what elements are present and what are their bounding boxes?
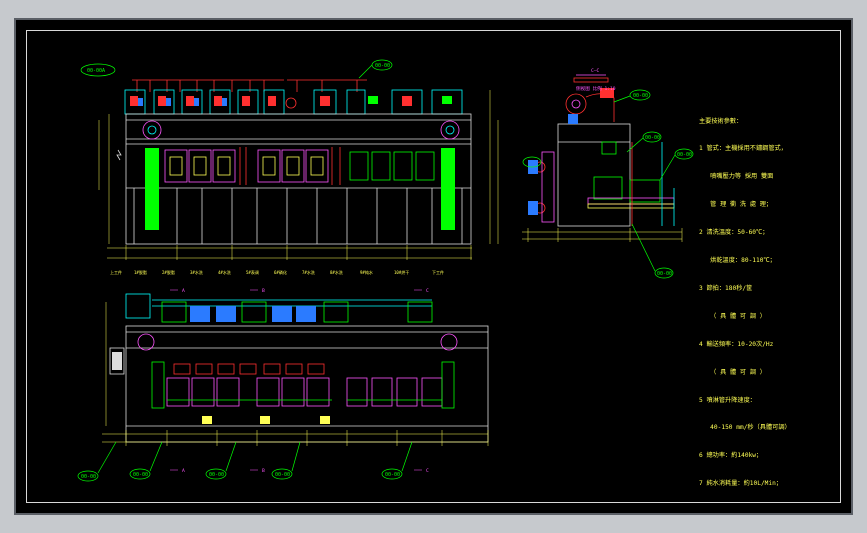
- note-line: 5 噴淋管升降速度：: [699, 396, 756, 404]
- section-mark-a: A: [182, 288, 185, 294]
- station-label: 9#纯水: [360, 269, 373, 275]
- station-label: 2#脱脂: [162, 269, 175, 275]
- notes-title: 主要技術參數：: [699, 117, 743, 125]
- technical-notes: 主要技術參數： 1 管式：主機採用不鏽鋼管式， 噴嘴壓力等 採用 雙面 管 理 …: [699, 98, 859, 498]
- note-line: 噴嘴壓力等 採用 雙面: [699, 173, 774, 181]
- station-label: 上工件: [110, 269, 122, 275]
- drawing-canvas[interactable]: C—C 侧视图 比例 1:10 A B C A B C 上工件 1#脱脂 2#脱…: [14, 18, 853, 515]
- station-label: 8#水洗: [330, 269, 343, 275]
- note-line: 4 輸送頻率：10-20次/Hz: [699, 340, 774, 348]
- note-line: 烘乾溫度：80-110℃；: [699, 257, 776, 265]
- callout-tag: 00-00: [133, 472, 148, 478]
- callout-tag: 00-00: [633, 93, 648, 99]
- section-mark-b-bottom: B: [262, 468, 265, 474]
- station-labels: 上工件 1#脱脂 2#脱脂 3#水洗 4#水洗 5#表调 6#磷化 7#水洗 8…: [110, 269, 444, 275]
- note-line: 6 總功率：約140kw；: [699, 452, 763, 460]
- callout-tag: 00-00: [375, 63, 390, 69]
- note-line: （ 具 體 可 調 ）: [699, 368, 766, 376]
- plan-view: A B C A B C: [102, 288, 489, 474]
- section-mark-c-bottom: C: [426, 468, 429, 474]
- callout-tag: 00-00: [81, 474, 96, 480]
- station-label: 6#磷化: [274, 269, 287, 275]
- note-line: 管 理 衝 洗 處 理；: [699, 201, 773, 209]
- section-mark-a-bottom: A: [182, 468, 185, 474]
- station-label: 5#表调: [246, 269, 259, 275]
- note-line: （ 具 體 可 調 ）: [699, 312, 766, 320]
- station-label: 1#脱脂: [134, 269, 147, 275]
- station-label: 3#水洗: [190, 269, 203, 275]
- note-line: 40-150 mm/秒（具體可調）: [699, 424, 791, 432]
- section-subtitle: 侧视图 比例 1:10: [576, 85, 616, 92]
- front-elevation: [98, 79, 499, 260]
- station-label: 7#水洗: [302, 269, 315, 275]
- note-line: 3 節拍：180秒/筐: [699, 284, 753, 292]
- callout-tag: 00-00: [657, 271, 672, 277]
- side-view: C—C 侧视图 比例 1:10: [522, 68, 683, 242]
- callout-tag: 00-00: [677, 152, 692, 158]
- note-line: 2 清洗溫度：50-60℃；: [699, 229, 769, 237]
- station-label: 10#烘干: [394, 269, 409, 275]
- note-line: 7 純水消耗量：約10L/Min；: [699, 480, 783, 488]
- section-mark-b: B: [262, 288, 265, 294]
- section-mark-c: C: [426, 288, 429, 294]
- station-label: 4#水洗: [218, 269, 231, 275]
- section-title: C—C: [591, 68, 600, 74]
- note-line: 1 管式：主機採用不鏽鋼管式，: [699, 145, 787, 153]
- callout-tag: 00-00: [385, 472, 400, 478]
- station-label: 下工件: [432, 269, 444, 275]
- callout-tag: 00-00: [645, 135, 660, 141]
- callout-tag: 00-00: [209, 472, 224, 478]
- frame-id-tag: 00-00A: [87, 68, 105, 74]
- callout-tag: 00-00: [275, 472, 290, 478]
